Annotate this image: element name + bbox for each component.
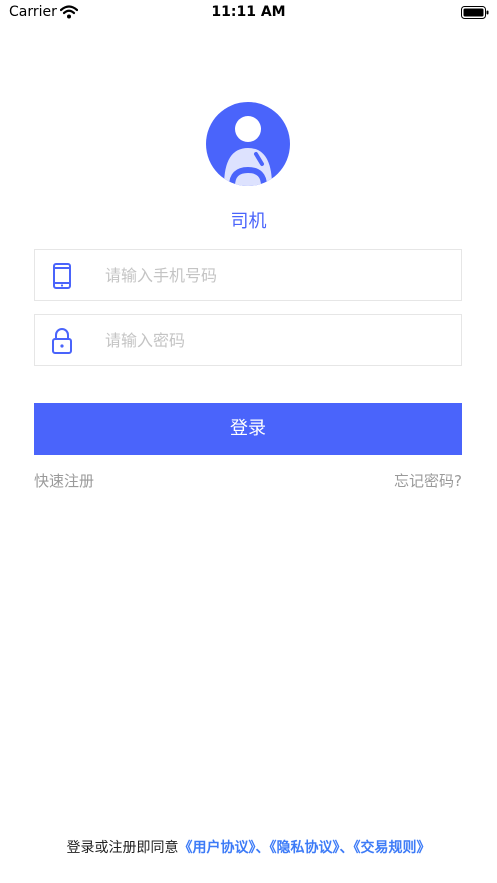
phone-input[interactable]: [105, 250, 445, 300]
agreement-text: 登录或注册即同意《用户协议》、《隐私协议》、《交易规则》: [0, 837, 497, 857]
driver-avatar: [206, 102, 290, 186]
clock-time: 11:11 AM: [211, 4, 286, 20]
password-input[interactable]: [105, 315, 445, 365]
forgot-password-link[interactable]: 忘记密码?: [394, 470, 462, 491]
agreement-separator: 、: [255, 840, 270, 856]
battery-icon: [461, 6, 489, 19]
phone-field[interactable]: [34, 249, 462, 301]
phone-icon: [53, 263, 71, 289]
agreement-prefix: 登录或注册即同意: [66, 840, 179, 856]
password-field[interactable]: [34, 314, 462, 366]
role-label: 司机: [230, 211, 267, 232]
register-link[interactable]: 快速注册: [34, 470, 94, 491]
privacy-agreement-link[interactable]: 《隐私协议》: [270, 840, 340, 856]
trade-rules-link[interactable]: 《交易规则》: [354, 840, 431, 856]
user-agreement-link[interactable]: 《用户协议》: [179, 840, 256, 856]
status-bar: Carrier 11:11 AM: [0, 0, 497, 26]
driver-avatar-icon: [224, 116, 272, 186]
agreement-separator: 、: [339, 840, 354, 856]
login-button[interactable]: 登录: [34, 403, 462, 455]
lock-icon: [52, 328, 72, 354]
